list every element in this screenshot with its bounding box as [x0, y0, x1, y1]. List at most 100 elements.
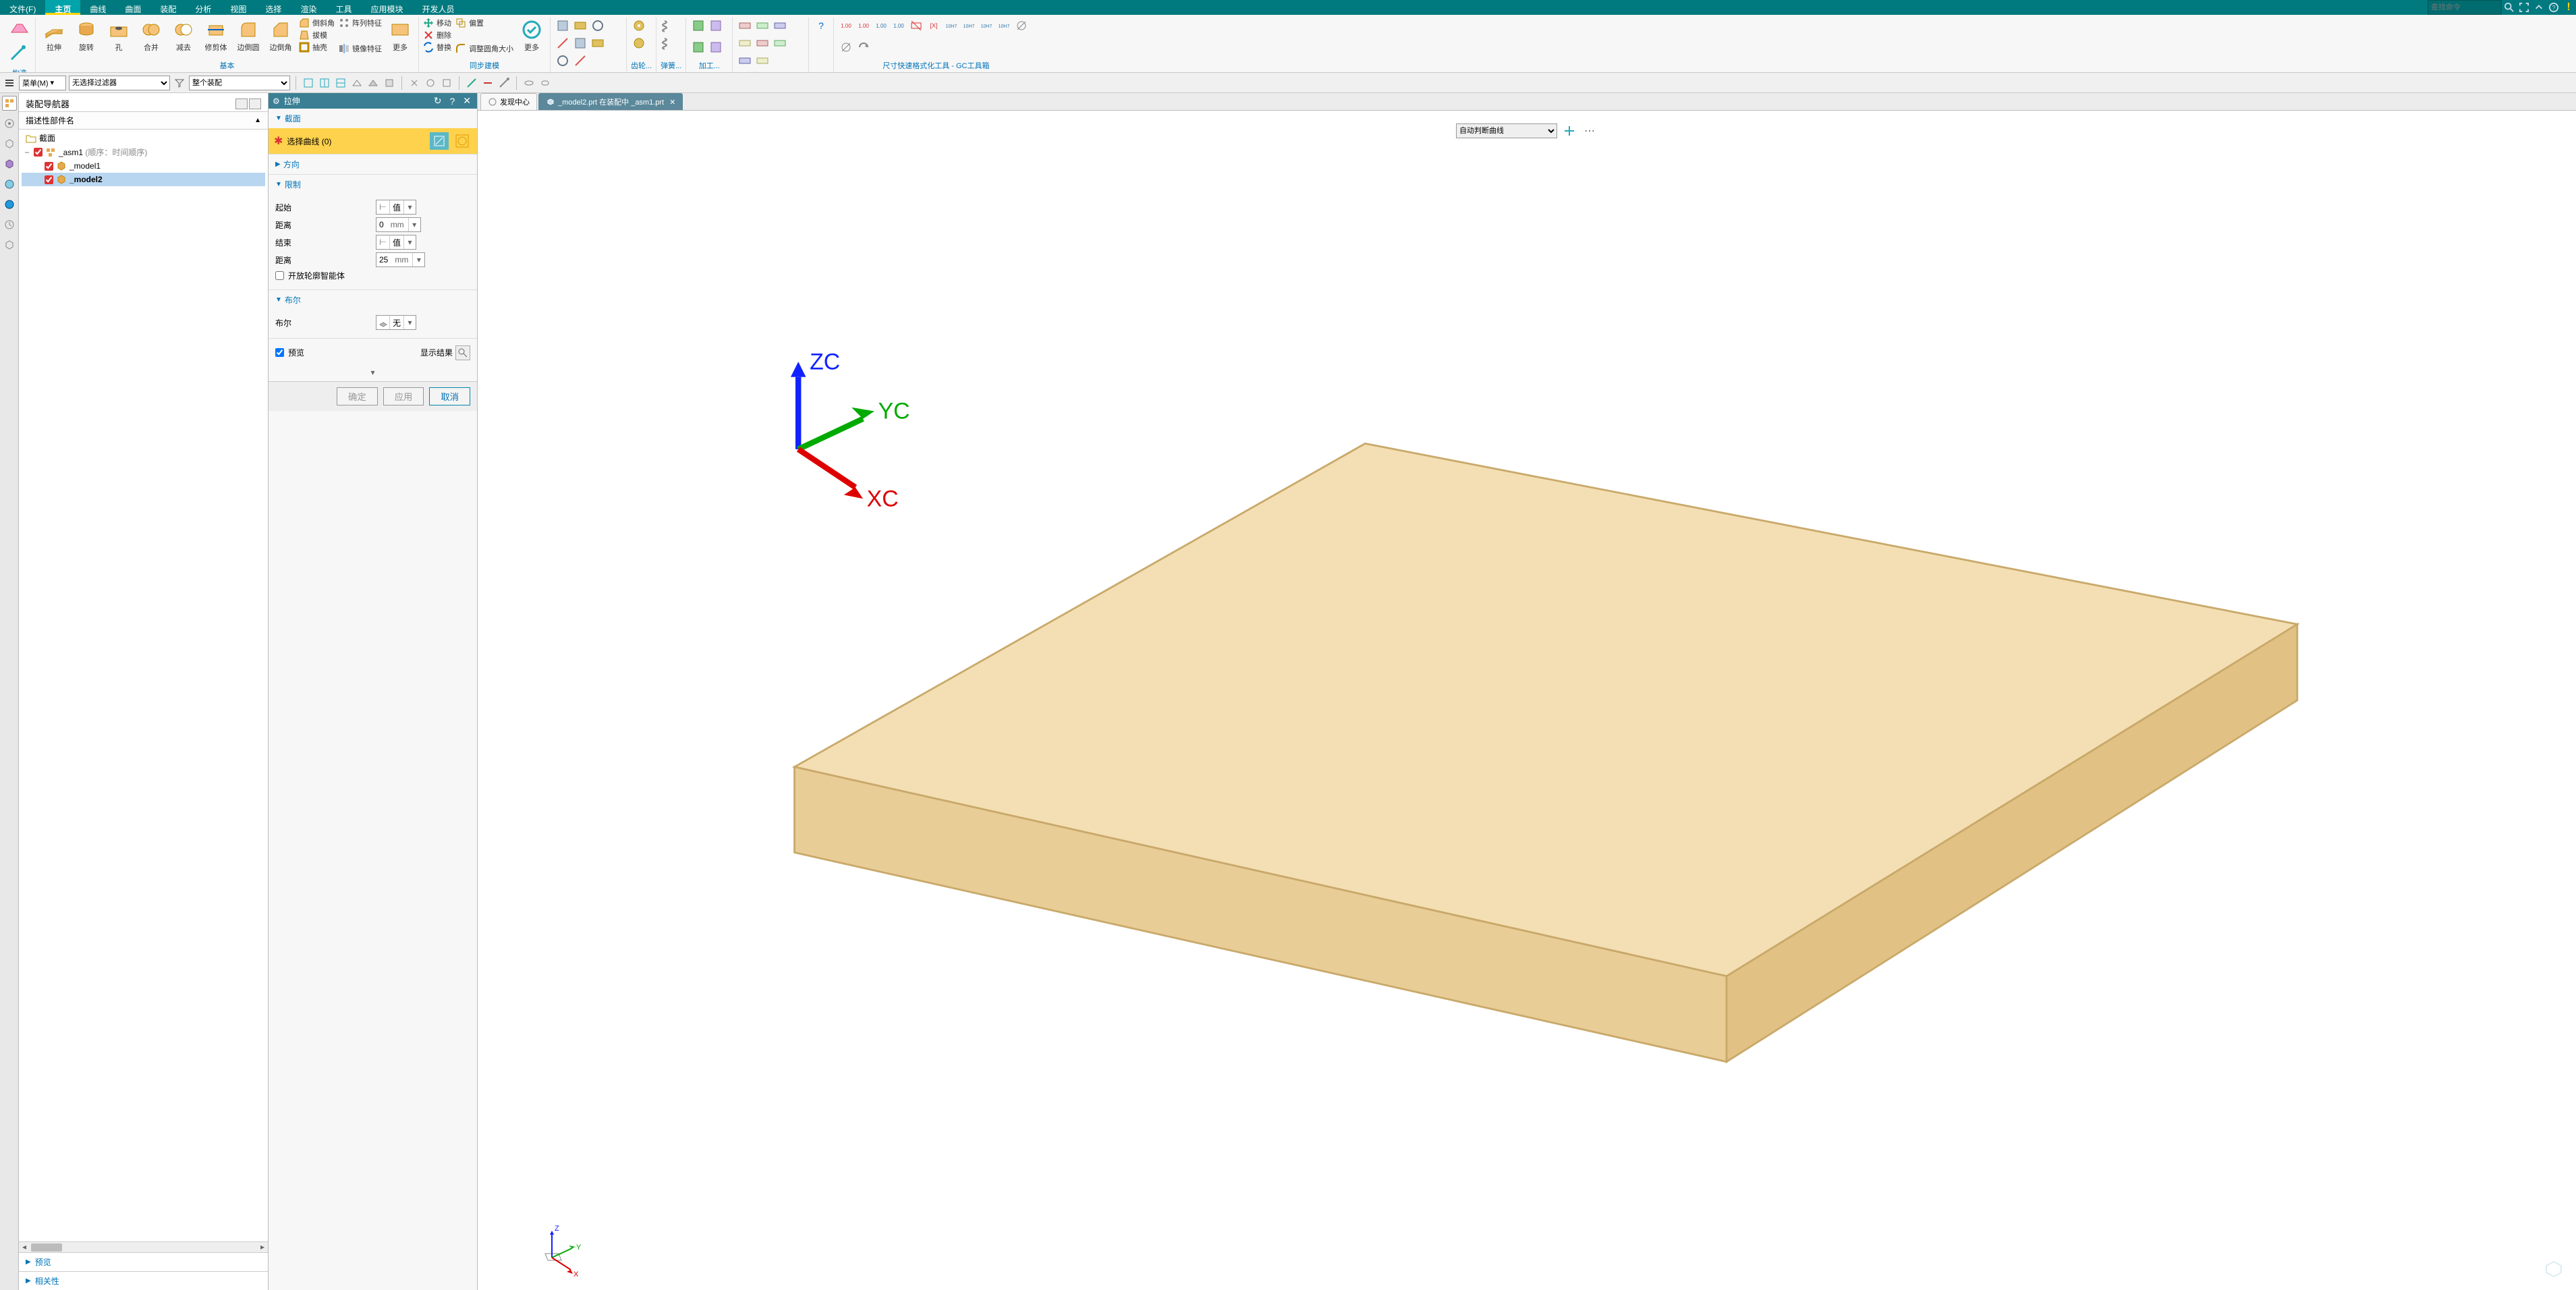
menu-tab-view[interactable]: 视图: [221, 0, 256, 15]
search-icon[interactable]: [2502, 0, 2517, 15]
selbar-ico-7[interactable]: [408, 76, 421, 90]
btn-pattern[interactable]: 阵列特征: [339, 18, 382, 28]
btn-sync-more[interactable]: 更多: [517, 18, 546, 54]
rail-roles-icon[interactable]: [2, 237, 17, 252]
std-icon-4[interactable]: [555, 35, 571, 51]
btn-trim[interactable]: 修剪体: [202, 18, 230, 54]
qmark-icon[interactable]: ?: [813, 18, 829, 34]
selbar-ico-12[interactable]: [497, 76, 511, 90]
dim-icon-9[interactable]: 10H7: [978, 18, 995, 34]
tree-model2-row[interactable]: _model2: [22, 173, 265, 186]
rail-constraint-icon[interactable]: [2, 116, 17, 131]
btn-shell[interactable]: 抽壳: [299, 42, 335, 53]
selbar-ico-5[interactable]: [366, 76, 380, 90]
select-curve-row[interactable]: ✱ 选择曲线 (0): [269, 128, 477, 154]
command-search[interactable]: [2428, 0, 2502, 15]
selbar-menu-icon[interactable]: [3, 76, 16, 90]
selbar-ico-4[interactable]: [350, 76, 364, 90]
mach-icon-2[interactable]: [708, 18, 724, 34]
preview-check[interactable]: [275, 348, 284, 357]
selbar-ico-8[interactable]: [424, 76, 437, 90]
model-icon-2[interactable]: [754, 18, 771, 34]
rail-reuse-icon[interactable]: [2, 157, 17, 171]
section-face[interactable]: ▼截面: [269, 109, 477, 128]
menu-tab-curve[interactable]: 曲线: [80, 0, 115, 15]
btn-draft[interactable]: 拔模: [299, 30, 335, 40]
menu-tab-tools[interactable]: 工具: [326, 0, 361, 15]
std-icon-3[interactable]: [590, 18, 606, 34]
dim-icon-13[interactable]: [856, 39, 872, 55]
dim-icon-8[interactable]: 10H7: [961, 18, 977, 34]
btn-unite[interactable]: 合并: [137, 18, 165, 54]
btn-mirror[interactable]: 镜像特征: [339, 43, 382, 54]
spring-icon-2[interactable]: [661, 35, 677, 51]
btn-revolve[interactable]: 旋转: [72, 18, 101, 54]
btn-subtract[interactable]: 减去: [169, 18, 198, 54]
alert-icon[interactable]: !: [2561, 0, 2576, 15]
nav-related-section[interactable]: ▶相关性: [19, 1271, 268, 1290]
dialog-reset-icon[interactable]: ↻: [432, 95, 444, 107]
dialog-expand-more[interactable]: ▾: [269, 366, 477, 381]
tree-model1-check[interactable]: [45, 162, 53, 171]
menu-tab-select[interactable]: 选择: [256, 0, 291, 15]
btn-move[interactable]: 移动: [423, 18, 451, 28]
std-icon-6[interactable]: [590, 35, 606, 51]
dim-icon-4[interactable]: 1.00: [891, 18, 907, 34]
ok-button[interactable]: 确定: [337, 387, 378, 405]
selbar-ico-14[interactable]: [538, 76, 552, 90]
selbar-menu-combo[interactable]: 菜单(M) ▾: [19, 76, 66, 90]
canvas-tool-more[interactable]: ⋯: [1581, 123, 1598, 139]
menu-tab-app[interactable]: 应用模块: [361, 0, 412, 15]
dialog-help-icon[interactable]: ?: [447, 96, 457, 107]
tab-discover[interactable]: 发现中心: [480, 93, 537, 110]
canvas-tool-1[interactable]: [1561, 123, 1577, 139]
rail-part-nav-icon[interactable]: [2, 136, 17, 151]
menu-tab-surface[interactable]: 曲面: [115, 0, 150, 15]
selbar-ico-9[interactable]: [440, 76, 453, 90]
dim-icon-7[interactable]: 10H7: [943, 18, 959, 34]
rail-browser-icon[interactable]: [2, 197, 17, 212]
dim-icon-5[interactable]: [908, 18, 924, 34]
menu-tab-dev[interactable]: 开发人员: [412, 0, 464, 15]
selbar-ico-3[interactable]: [334, 76, 347, 90]
end-type-select[interactable]: ⊢值▾: [376, 235, 416, 250]
selbar-ico-6[interactable]: [383, 76, 396, 90]
btn-fillet[interactable]: 边倒圆: [234, 18, 262, 54]
end-dist-input[interactable]: 25mm▾: [376, 252, 425, 267]
selbar-ico-2[interactable]: [318, 76, 331, 90]
open-profile-check[interactable]: [275, 271, 284, 280]
dim-icon-1[interactable]: 1.00: [838, 18, 854, 34]
btn-replace[interactable]: 替换: [423, 42, 451, 53]
dim-icon-3[interactable]: 1.00: [873, 18, 889, 34]
btn-sketch[interactable]: [8, 18, 31, 42]
btn-sketch-constraint[interactable]: [8, 42, 31, 66]
model-icon-5[interactable]: [754, 35, 771, 51]
std-icon-8[interactable]: [572, 53, 588, 69]
btn-chamfer[interactable]: 倒斜角: [299, 18, 335, 28]
selbar-ico-13[interactable]: [522, 76, 536, 90]
menu-tab-analysis[interactable]: 分析: [186, 0, 221, 15]
std-icon-2[interactable]: [572, 18, 588, 34]
tree-asm-row[interactable]: − _asm1 (顺序：时间顺序): [22, 145, 265, 159]
gear-icon[interactable]: ⚙: [273, 96, 280, 106]
dialog-close-icon[interactable]: ✕: [461, 95, 473, 107]
btn-offset[interactable]: 偏置: [455, 18, 513, 28]
menu-tab-home[interactable]: 主页: [45, 0, 80, 15]
start-dist-input[interactable]: 0mm▾: [376, 217, 421, 232]
btn-extrude[interactable]: 拉伸: [40, 18, 68, 54]
selbar-funnel-icon[interactable]: [173, 76, 186, 90]
model-icon-3[interactable]: [772, 18, 788, 34]
selbar-ico-11[interactable]: [481, 76, 495, 90]
spring-icon-1[interactable]: [661, 18, 677, 34]
selbar-scope[interactable]: 整个装配: [189, 76, 290, 90]
dim-icon-2[interactable]: 1.00: [856, 18, 872, 34]
show-result-button[interactable]: [455, 345, 470, 360]
mach-icon-3[interactable]: [690, 39, 706, 55]
mach-icon-4[interactable]: [708, 39, 724, 55]
btn-delete[interactable]: 删除: [423, 30, 451, 40]
tree-model2-check[interactable]: [45, 175, 53, 184]
mach-icon-1[interactable]: [690, 18, 706, 34]
std-icon-7[interactable]: [555, 53, 571, 69]
model-icon-1[interactable]: [737, 18, 753, 34]
btn-resize-fillet[interactable]: 调整圆角大小: [455, 43, 513, 54]
